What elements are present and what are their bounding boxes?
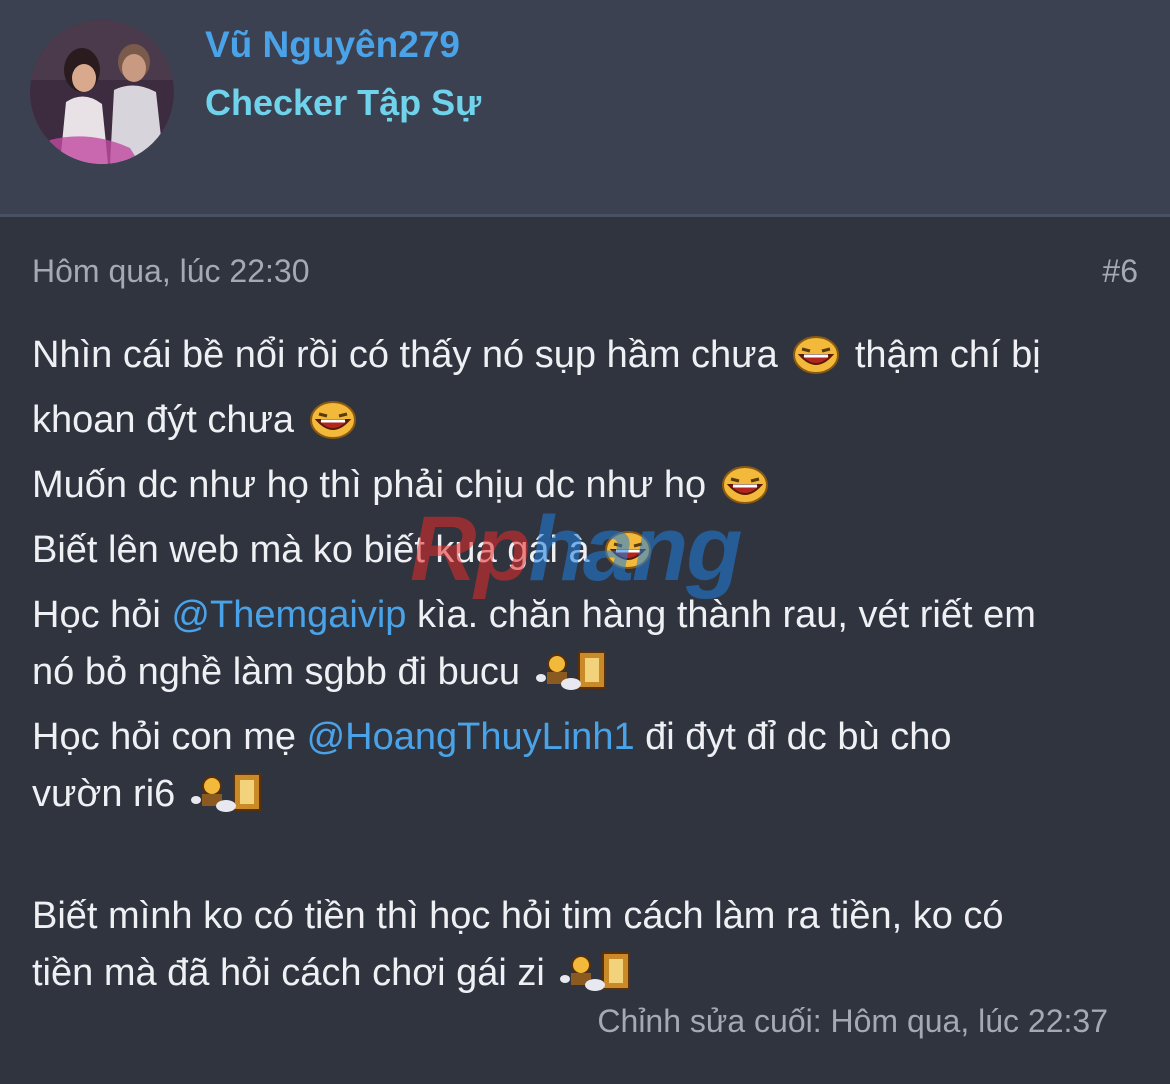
message-text: Biết lên web mà ko biết kua gái à [32, 529, 590, 571]
message-text: vườn ri6 [32, 773, 176, 815]
message-text: Nhìn cái bề nổi rồi có thấy nó sụp hầm c… [32, 334, 778, 376]
laughing-emoji-icon [792, 335, 840, 392]
message-text: Học hỏi con mẹ [32, 716, 297, 758]
laughing-emoji-icon [604, 530, 652, 587]
post-author-header: Vũ Nguyên279 Checker Tập Sự [0, 0, 1170, 217]
message-line: nó bỏ nghề làm sgbb đi bucu [32, 644, 1142, 709]
message-text: thậm chí bị [854, 334, 1041, 376]
mention-link[interactable]: @HoangThuyLinh1 [307, 716, 635, 758]
message-line: Học hỏi con mẹ @HoangThuyLinh1 đi đyt đỉ… [32, 709, 1142, 766]
laughing-emoji-icon [309, 400, 357, 457]
post-content-area: Hôm qua, lúc 22:30 #6 Nhìn cái bề nổi rồ… [0, 217, 1170, 1084]
message-text: Muốn dc như họ thì phải chịu dc như họ [32, 464, 707, 506]
running-away-emoji-icon [559, 949, 643, 1010]
username[interactable]: Vũ Nguyên279 [205, 24, 460, 66]
message-line: khoan đýt chưa [32, 392, 1142, 457]
message-line: tiền mà đã hỏi cách chơi gái zi [32, 945, 1142, 1010]
message-line: Biết lên web mà ko biết kua gái à [32, 522, 1142, 587]
message-text: khoan đýt chưa [32, 399, 295, 441]
message-line: vườn ri6 [32, 766, 1142, 831]
last-edited-note: Chỉnh sửa cuối: Hôm qua, lúc 22:37 [597, 1003, 1108, 1039]
post-number[interactable]: #6 [1102, 253, 1138, 290]
message-text: kìa. chăn hàng thành rau, vét riết em [416, 594, 1036, 636]
mention-link[interactable]: @Themgaivip [171, 594, 406, 636]
message-line: Muốn dc như họ thì phải chịu dc như họ [32, 457, 1142, 522]
message-text: tiền mà đã hỏi cách chơi gái zi [32, 952, 545, 994]
user-rank-title: Checker Tập Sự [205, 82, 482, 123]
running-away-emoji-icon [535, 648, 619, 709]
avatar-photo [30, 20, 174, 164]
message-text: Biết mình ko có tiền thì học hỏi tim các… [32, 895, 1004, 937]
avatar[interactable] [30, 20, 174, 164]
message-line: Nhìn cái bề nổi rồi có thấy nó sụp hầm c… [32, 327, 1142, 392]
message-text: đi đyt đỉ dc bù cho [645, 716, 952, 758]
post-message: Nhìn cái bề nổi rồi có thấy nó sụp hầm c… [32, 327, 1142, 1010]
post-timestamp[interactable]: Hôm qua, lúc 22:30 [32, 253, 310, 290]
running-away-emoji-icon [190, 770, 274, 831]
message-line: Học hỏi @Themgaivip kìa. chăn hàng thành… [32, 587, 1142, 644]
message-line: Biết mình ko có tiền thì học hỏi tim các… [32, 888, 1142, 945]
message-text: nó bỏ nghề làm sgbb đi bucu [32, 651, 521, 693]
message-text: Học hỏi [32, 594, 161, 636]
laughing-emoji-icon [721, 465, 769, 522]
